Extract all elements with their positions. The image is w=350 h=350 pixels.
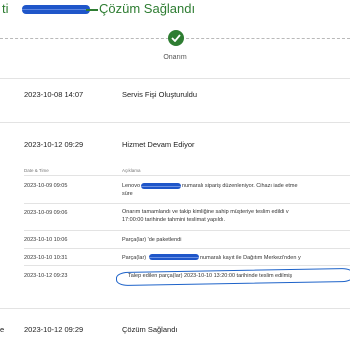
log-text: süre <box>122 191 133 197</box>
log-text: numaralı sipariş düzenleniyor. Cihazı ia… <box>182 183 298 189</box>
event-prefix: e <box>0 325 5 334</box>
event-title: Hizmet Devam Ediyor <box>122 140 195 149</box>
log-datetime: 2023-10-10 10:31 <box>24 255 68 261</box>
log-datetime: 2023-10-09 09:05 <box>24 183 68 189</box>
redacted-record-id <box>149 254 199 260</box>
page-header: ti Çözüm Sağlandı <box>0 0 350 22</box>
header-prefix: ti <box>2 1 9 16</box>
divider <box>24 175 350 176</box>
event-datetime: 2023-10-12 09:29 <box>24 325 84 334</box>
step-label: Onarım <box>163 54 187 61</box>
log-datetime: 2023-10-10 10:06 <box>24 237 68 243</box>
col-header-desc: Açıklama <box>122 168 141 173</box>
divider <box>24 265 350 266</box>
col-header-date: Date & Time <box>24 168 49 173</box>
divider <box>24 203 350 204</box>
log-text: Lenovo <box>122 183 141 189</box>
log-text: Parça(lar) <box>122 255 147 261</box>
page-title: Çözüm Sağlandı <box>99 1 196 16</box>
log-datetime: 2023-10-12 09:23 <box>24 273 68 279</box>
divider <box>0 122 350 123</box>
log-text: numaralı kayıt ile Dağıtım Merkezi'nden … <box>200 255 301 261</box>
check-icon <box>168 30 184 46</box>
log-text: Parça(lar) 'de paketlendi <box>122 237 182 243</box>
event-title: Servis Fişi Oluşturuldu <box>122 90 198 99</box>
event-datetime: 2023-10-12 09:29 <box>24 140 84 149</box>
log-text: Onarım tamamlandı ve takip kimliğine sah… <box>122 209 289 215</box>
log-datetime: 2023-10-09 09:06 <box>24 210 68 216</box>
divider <box>24 248 350 249</box>
highlight-annotation <box>115 267 350 287</box>
redacted-ticket-id <box>22 5 90 14</box>
header-dash <box>86 9 98 11</box>
log-text: 17:00:00 tarihinde tahmini teslimat yapı… <box>122 217 226 223</box>
divider <box>24 230 350 231</box>
redacted-order-id <box>141 183 181 189</box>
divider <box>0 308 350 309</box>
event-title: Çözüm Sağlandı <box>122 325 178 334</box>
divider <box>0 78 350 79</box>
event-datetime: 2023-10-08 14:07 <box>24 90 84 99</box>
